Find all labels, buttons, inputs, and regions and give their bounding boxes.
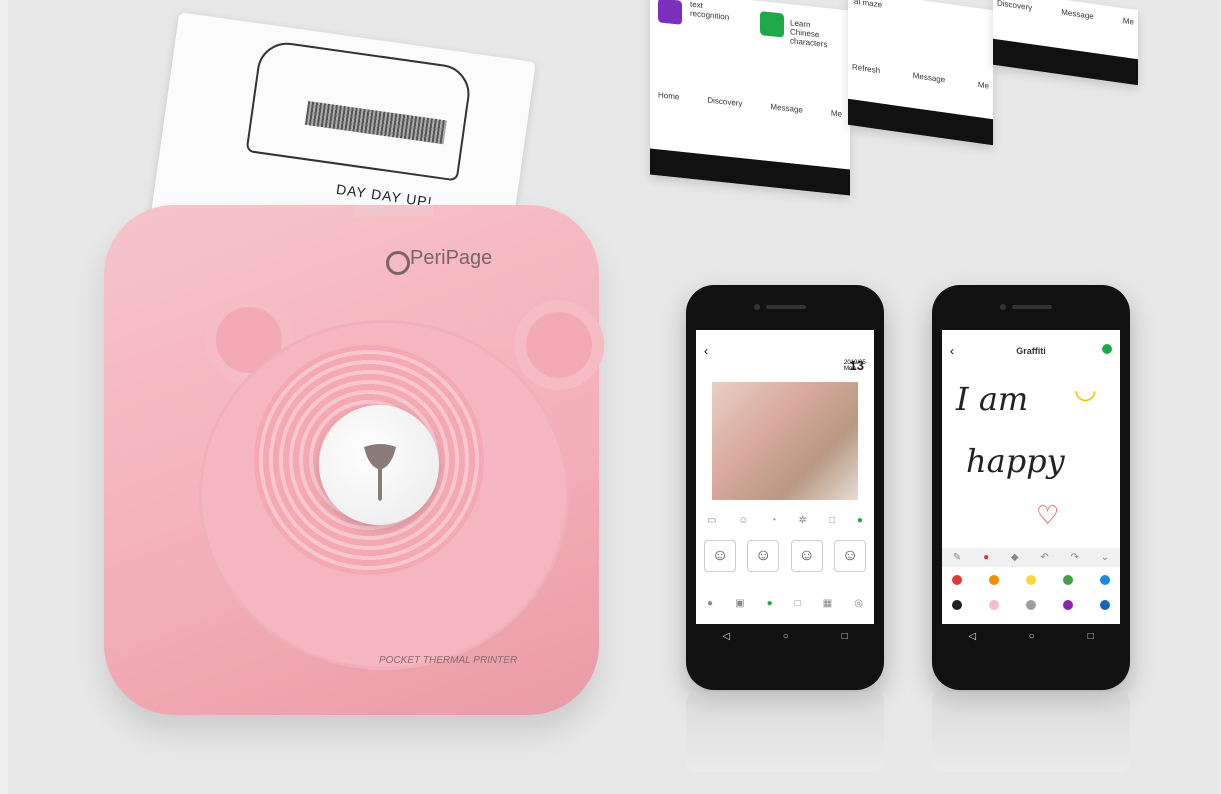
handwriting-line-1: I am (956, 380, 1029, 418)
qr-icon[interactable]: ▦ (823, 598, 832, 609)
color-swatch[interactable] (1063, 600, 1073, 610)
brand-logo-icon (386, 251, 410, 275)
redo-icon[interactable]: ↷ (1071, 552, 1079, 563)
brand-name: PeriPage (410, 247, 493, 269)
sticker-item[interactable]: ☺ (790, 540, 823, 572)
check-icon[interactable] (1102, 344, 1112, 354)
ocr-icon (658, 0, 682, 25)
shape-icon[interactable]: ◔ (771, 515, 777, 526)
nav-me[interactable]: Me (831, 108, 842, 118)
app-screen-middle: al maze Refresh Message Me (848, 0, 993, 146)
color-swatch[interactable] (1026, 600, 1036, 610)
graffiti-screen: ‹ Graffiti I am ◡ happy ♡ ✎ ● ◆ ↶ ↷ ⌄ ◁ ○… (942, 330, 1120, 648)
card-text-recognition: text recognition (690, 0, 730, 22)
text-icon[interactable]: ● (707, 598, 713, 609)
eraser-icon[interactable]: ◆ (1011, 552, 1019, 563)
chevron-down-icon[interactable]: ⌄ (1101, 552, 1109, 563)
front-camera (1000, 304, 1006, 310)
nav-message-2[interactable]: Message (913, 71, 945, 85)
color-swatch[interactable] (1026, 575, 1036, 585)
color-palette-row-1 (952, 575, 1110, 585)
pen-icon[interactable]: ● (983, 552, 989, 563)
recents-icon[interactable]: □ (842, 631, 848, 642)
color-swatch[interactable] (952, 575, 962, 585)
print-button[interactable] (319, 405, 439, 525)
recents-icon[interactable]: □ (1088, 631, 1094, 642)
border-icon[interactable]: □ (795, 598, 801, 609)
scene: DAY DAY UP! PeriPage POCKET THERMAL PRIN… (8, 0, 1220, 794)
heart-doodle-icon: ♡ (1036, 500, 1060, 530)
undo-icon[interactable]: ↶ (1040, 552, 1048, 563)
back-icon[interactable]: ◁ (968, 631, 976, 642)
middle-label: al maze (854, 0, 883, 10)
status-bar (942, 330, 1120, 346)
front-camera (754, 304, 760, 310)
emoji-icon[interactable]: ☺ (738, 515, 748, 526)
nav-home[interactable]: Home (658, 90, 679, 101)
editor-screen: ‹ 13 2019/05 Mon ▭ ☺ ◔ ✲ □ ● ☺ ☺ ☺ ☺ ● ▣… (696, 330, 874, 648)
phone-editor: ‹ 13 2019/05 Mon ▭ ☺ ◔ ✲ □ ● ☺ ☺ ☺ ☺ ● ▣… (686, 285, 884, 690)
app-screen-home: text recognition Learn Chinese character… (650, 0, 850, 196)
color-swatch[interactable] (1100, 575, 1110, 585)
android-nav-bar: ◁ ○ □ (696, 624, 874, 648)
edit-toolbar: ▭ ☺ ◔ ✲ □ ● (696, 515, 874, 526)
android-nav-bar (993, 38, 1138, 86)
sticker-row: ☺ ☺ ☺ ☺ (704, 540, 866, 572)
brush-icon[interactable]: ✎ (953, 552, 961, 563)
nav-message[interactable]: Message (770, 102, 802, 114)
bear-nose-icon (364, 444, 396, 501)
frame-icon[interactable]: □ (829, 515, 835, 526)
paper-slot (354, 205, 434, 217)
home-icon[interactable]: ○ (783, 631, 789, 642)
android-nav-bar (650, 148, 850, 196)
app-screen-right: Discovery Message Me (993, 0, 1138, 86)
nav-me-2[interactable]: Me (978, 80, 989, 91)
nav-discovery-3[interactable]: Discovery (997, 0, 1032, 12)
graffiti-title: Graffiti (1016, 346, 1046, 356)
phone-reflection (932, 692, 1130, 772)
android-nav-bar: ◁ ○ □ (942, 624, 1120, 648)
learn-icon (760, 11, 784, 38)
nav-discovery[interactable]: Discovery (707, 96, 742, 109)
color-palette-row-2 (952, 600, 1110, 610)
check-icon[interactable]: ● (857, 515, 863, 526)
color-swatch[interactable] (952, 600, 962, 610)
phone-graffiti: ‹ Graffiti I am ◡ happy ♡ ✎ ● ◆ ↶ ↷ ⌄ ◁ ○… (932, 285, 1130, 690)
back-arrow-icon[interactable]: ‹ (704, 344, 708, 358)
image-icon[interactable]: ▣ (735, 598, 744, 609)
smile-doodle-icon: ◡ (1074, 374, 1097, 404)
color-swatch[interactable] (989, 575, 999, 585)
nav-refresh[interactable]: Refresh (852, 62, 880, 75)
back-icon[interactable]: ◁ (722, 631, 730, 642)
right-ear (514, 300, 604, 390)
earpiece (766, 305, 806, 309)
brush-toolbar: ✎ ● ◆ ↶ ↷ ⌄ (942, 548, 1120, 567)
settings-icon[interactable]: ✲ (799, 515, 807, 526)
date-text: 2019/05 Mon (844, 360, 866, 372)
card-learn-chinese: Learn Chinese characters (790, 18, 828, 50)
template-icon[interactable]: ▭ (707, 515, 716, 526)
more-icon[interactable]: ◎ (854, 598, 863, 609)
handwriting-line-2: happy (966, 442, 1065, 480)
phone-reflection (686, 692, 884, 772)
nav-message-3[interactable]: Message (1061, 7, 1093, 21)
home-icon[interactable]: ○ (1029, 631, 1035, 642)
flower-photo (712, 382, 858, 500)
printer-subtitle: POCKET THERMAL PRINTER (379, 655, 518, 666)
sticker-icon[interactable]: ● (767, 598, 773, 609)
color-swatch[interactable] (1063, 575, 1073, 585)
android-nav-bar (848, 98, 993, 146)
color-swatch[interactable] (1100, 600, 1110, 610)
nav-me-3[interactable]: Me (1123, 16, 1134, 27)
printer-body: PeriPage POCKET THERMAL PRINTER (104, 205, 604, 715)
color-swatch[interactable] (989, 600, 999, 610)
sticker-item[interactable]: ☺ (704, 540, 736, 572)
status-bar (696, 330, 874, 346)
bottom-toolbar: ● ▣ ● □ ▦ ◎ (696, 598, 874, 609)
sticker-item[interactable]: ☺ (747, 540, 780, 572)
sticker-item[interactable]: ☺ (833, 540, 866, 572)
earpiece (1012, 305, 1052, 309)
